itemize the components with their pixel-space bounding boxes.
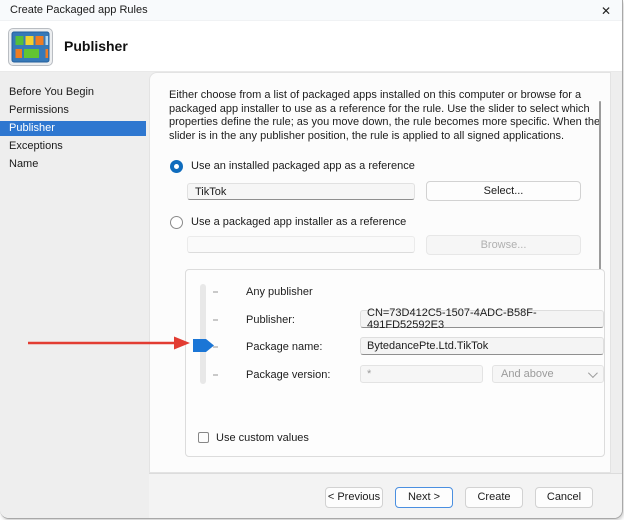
use-custom-values-row: Use custom values <box>198 431 309 444</box>
window-title: Create Packaged app Rules <box>10 4 148 16</box>
sidebar-item-before-you-begin[interactable]: Before You Begin <box>0 83 149 101</box>
installed-app-radio-row: Use an installed packaged app as a refer… <box>170 159 415 173</box>
browse-button: Browse... <box>426 235 581 255</box>
page-description: Either choose from a list of packaged ap… <box>169 89 601 143</box>
specificity-slider-thumb[interactable] <box>193 339 214 352</box>
package-name-value-field[interactable]: BytedancePte.Ltd.TikTok <box>360 337 604 355</box>
installed-app-radio-label: Use an installed packaged app as a refer… <box>191 160 415 172</box>
use-custom-values-label: Use custom values <box>216 432 309 444</box>
sidebar-item-publisher[interactable]: Publisher <box>0 121 146 136</box>
slider-tick-any-publisher <box>213 291 218 293</box>
create-packaged-app-rules-dialog: Create Packaged app Rules ✕ Publisher Be… <box>0 0 623 519</box>
any-publisher-label: Any publisher <box>246 283 313 301</box>
page-title: Publisher <box>64 38 128 54</box>
package-name-label: Package name: <box>246 338 322 356</box>
installer-path-field <box>187 236 415 253</box>
installed-app-name-field[interactable]: TikTok <box>187 183 415 200</box>
previous-button[interactable]: < Previous <box>325 487 383 508</box>
wizard-header: Publisher <box>0 21 622 72</box>
installer-radio-row: Use a packaged app installer as a refere… <box>170 215 406 229</box>
chevron-down-icon <box>588 368 598 378</box>
sidebar-item-name[interactable]: Name <box>0 155 149 173</box>
publisher-properties-groupbox: Any publisher Publisher: CN=73D412C5-150… <box>185 269 605 457</box>
sidebar-item-exceptions[interactable]: Exceptions <box>0 137 149 155</box>
slider-tick-package-version <box>213 374 218 376</box>
installed-app-radio[interactable] <box>170 160 183 173</box>
package-version-label: Package version: <box>246 366 330 384</box>
publisher-page-panel: Either choose from a list of packaged ap… <box>149 72 611 473</box>
slider-tick-package-name <box>213 346 218 348</box>
sidebar-item-permissions[interactable]: Permissions <box>0 101 149 119</box>
publisher-value-field[interactable]: CN=73D412C5-1507-4ADC-B58F-491FD52592E3 <box>360 310 604 328</box>
package-version-value-field: * <box>360 365 483 383</box>
installer-radio[interactable] <box>170 216 183 229</box>
cancel-button[interactable]: Cancel <box>535 487 593 508</box>
packaged-app-tiles-icon <box>8 28 53 66</box>
next-button[interactable]: Next > <box>395 487 453 508</box>
wizard-footer: < Previous Next > Create Cancel <box>149 473 623 519</box>
select-button[interactable]: Select... <box>426 181 581 201</box>
close-icon[interactable]: ✕ <box>597 2 615 19</box>
create-button[interactable]: Create <box>465 487 523 508</box>
title-bar: Create Packaged app Rules ✕ <box>0 0 622 21</box>
version-scope-dropdown: And above <box>492 365 604 383</box>
publisher-label: Publisher: <box>246 311 295 329</box>
use-custom-values-checkbox[interactable] <box>198 432 209 443</box>
wizard-steps-sidebar: Before You Begin Permissions Publisher E… <box>0 72 149 519</box>
installer-radio-label: Use a packaged app installer as a refere… <box>191 216 406 228</box>
slider-tick-publisher <box>213 319 218 321</box>
specificity-slider-track[interactable] <box>200 284 206 384</box>
